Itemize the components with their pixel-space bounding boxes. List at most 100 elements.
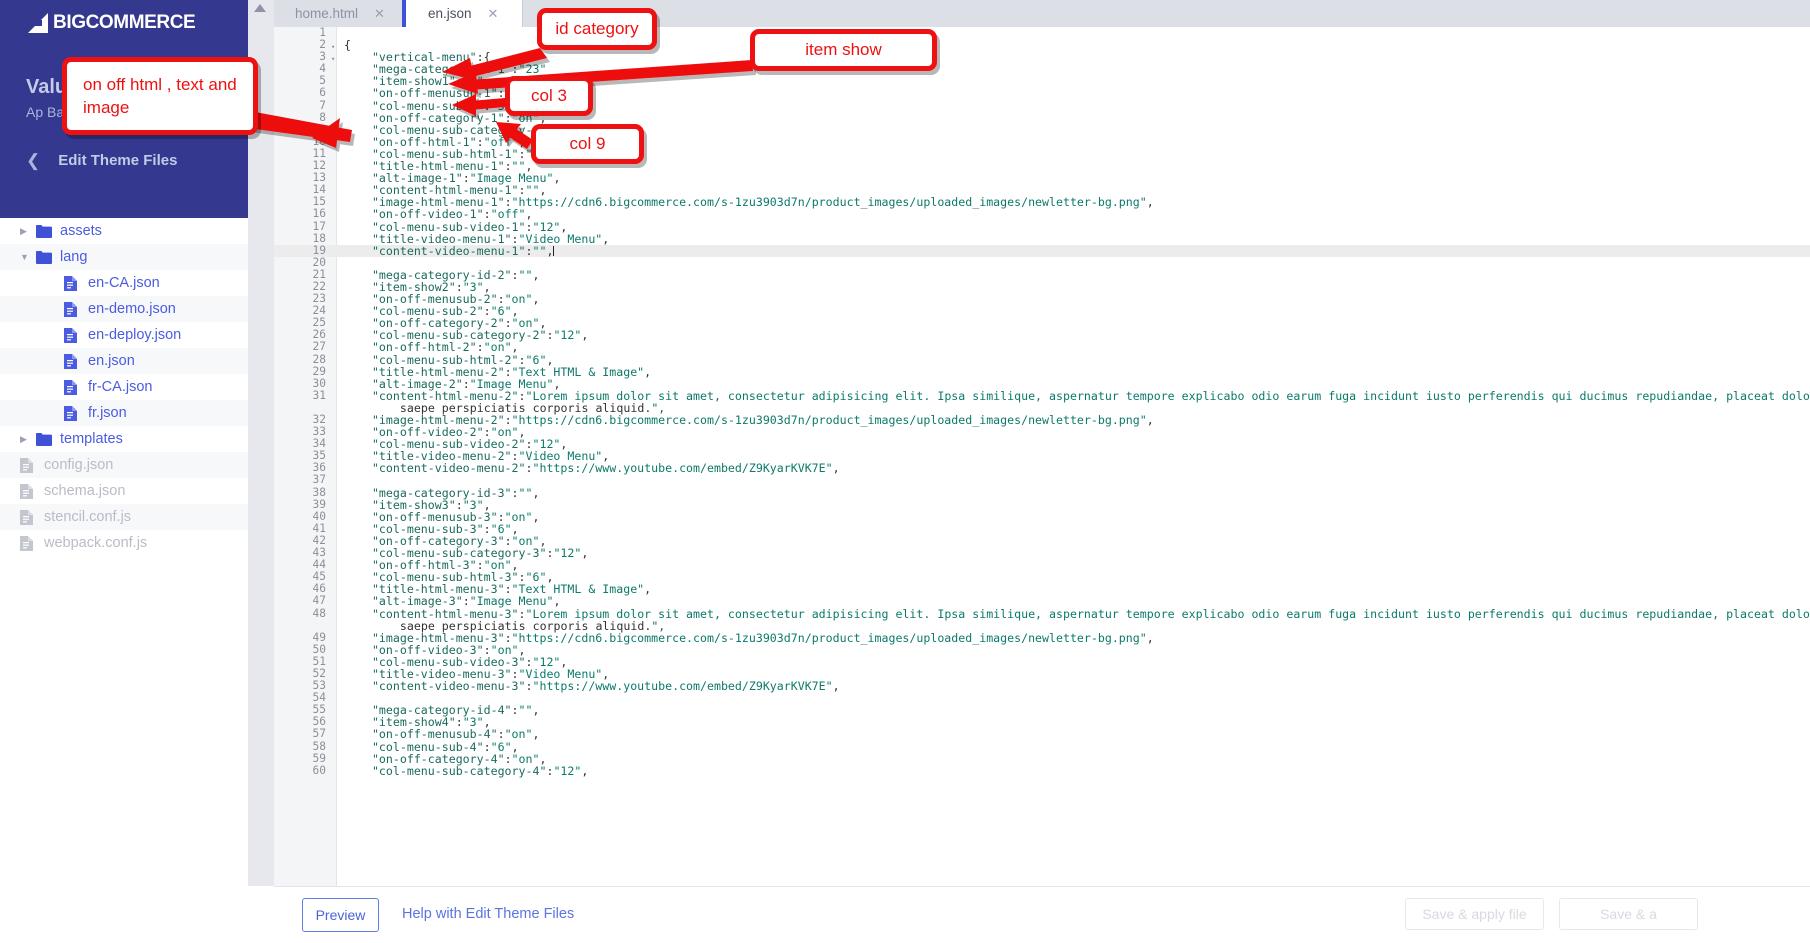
file-icon xyxy=(20,509,36,525)
line-number: 49 xyxy=(312,630,326,644)
close-icon[interactable]: ✕ xyxy=(374,7,385,20)
line-number: 30 xyxy=(312,376,326,390)
store-subtitle: Ap Ba xyxy=(26,104,65,120)
line-number: 58 xyxy=(312,739,326,753)
help-link[interactable]: Help with Edit Theme Files xyxy=(402,898,574,930)
editor-tabbar: home.html ✕ en.json ✕ xyxy=(274,0,1810,28)
brand-logo[interactable]: BIGCOMMERCE xyxy=(26,12,196,34)
line-number: 18 xyxy=(312,231,326,245)
tree-item-label: schema.json xyxy=(44,483,126,499)
sidebar-header: BIGCOMMERCE Value Ap Ba ❮ Edit Theme Fil… xyxy=(0,0,248,218)
code-text: "col-menu-sub-category-4":"12", xyxy=(371,763,589,778)
file-icon xyxy=(20,535,36,551)
tree-item-en-demo-json[interactable]: en-demo.json xyxy=(0,296,248,322)
tree-item-fr-json[interactable]: fr.json xyxy=(0,400,248,426)
code-lines[interactable]: 1 2 ▾{3 ▾ "vertical-menu":{4 "mega-category… xyxy=(274,27,1810,886)
file-icon xyxy=(64,353,80,369)
code-line[interactable]: 55 "mega-category-id-4":"", xyxy=(274,704,1810,717)
line-number: 5 xyxy=(319,74,326,88)
tree-item-en-deploy-json[interactable]: en-deploy.json xyxy=(0,322,248,348)
tree-item-assets[interactable]: ▶ assets xyxy=(0,218,248,244)
tree-item-label: stencil.conf.js xyxy=(44,509,132,525)
preview-button[interactable]: Preview xyxy=(302,898,379,932)
file-icon xyxy=(64,379,80,395)
tree-item-en-json[interactable]: en.json xyxy=(0,348,248,374)
code-line[interactable]: 21 "mega-category-id-2":"", xyxy=(274,268,1810,281)
code-text: "content-video-menu-1":"", xyxy=(371,243,555,258)
file-icon xyxy=(64,405,80,421)
chevron-left-icon: ❮ xyxy=(26,151,41,170)
tree-item-label: assets xyxy=(60,223,102,239)
scroll-up-arrow-icon[interactable] xyxy=(254,4,266,12)
tree-item-config-json[interactable]: config.json xyxy=(0,452,248,478)
store-name: Value xyxy=(26,76,79,98)
line-number: 1 xyxy=(319,27,326,39)
code-line[interactable]: 53 "content-video-menu-3":"https://www.y… xyxy=(274,679,1810,694)
code-line[interactable]: 1 xyxy=(274,27,1810,39)
code-line[interactable]: 4 "mega-category-id-1":"23" xyxy=(274,62,1810,76)
chevron-right-icon[interactable]: ▶ xyxy=(20,434,30,444)
tree-item-label: lang xyxy=(60,249,88,265)
line-number: 7 xyxy=(319,98,326,112)
line-number: 48 xyxy=(312,606,326,620)
line-number: 29 xyxy=(312,364,326,378)
file-icon xyxy=(64,275,80,291)
code-line[interactable]: 2 ▾{ xyxy=(274,38,1810,52)
chevron-right-icon[interactable]: ▶ xyxy=(20,226,30,236)
tree-item-fr-ca-json[interactable]: fr-CA.json xyxy=(0,374,248,400)
page-scrollbar[interactable] xyxy=(248,0,275,886)
tree-item-label: en-demo.json xyxy=(88,301,176,317)
left-sidebar: BIGCOMMERCE Value Ap Ba ❮ Edit Theme Fil… xyxy=(0,0,248,942)
tree-item-templates[interactable]: ▶ templates xyxy=(0,426,248,452)
tree-item-label: en-deploy.json xyxy=(88,327,182,343)
tree-item-label: en-CA.json xyxy=(88,275,160,291)
folder-icon xyxy=(36,432,52,447)
line-number: 8 xyxy=(319,110,326,124)
tree-item-webpack-conf-js[interactable]: webpack.conf.js xyxy=(0,530,248,556)
file-icon xyxy=(20,483,36,499)
line-number: 2 xyxy=(319,38,326,52)
code-line[interactable]: 19 "content-video-menu-1":"", xyxy=(274,243,1810,258)
line-number: 39 xyxy=(312,497,326,511)
save-and-button[interactable]: Save & a xyxy=(1559,898,1698,930)
line-number: 16 xyxy=(312,207,326,221)
code-line[interactable]: 36 "content-video-menu-2":"https://www.y… xyxy=(274,461,1810,476)
line-number: 60 xyxy=(312,763,326,777)
file-icon xyxy=(64,327,80,343)
tree-item-label: fr-CA.json xyxy=(88,379,153,395)
line-number: 3 xyxy=(319,50,326,64)
folder-icon xyxy=(36,250,52,265)
editor-region: home.html ✕ en.json ✕ 1 2 ▾{3 ▾ "vertical-m… xyxy=(248,0,1810,943)
line-number: 38 xyxy=(312,485,326,499)
brand-name: BIGCOMMERCE xyxy=(53,12,196,33)
bigcommerce-logo-icon xyxy=(26,12,52,34)
tree-item-en-ca-json[interactable]: en-CA.json xyxy=(0,270,248,296)
tab-home-html[interactable]: home.html ✕ xyxy=(274,0,402,27)
code-editor[interactable]: 1 2 ▾{3 ▾ "vertical-menu":{4 "mega-category… xyxy=(274,27,1810,886)
folder-icon xyxy=(36,224,52,239)
tab-en-json[interactable]: en.json ✕ xyxy=(402,0,523,27)
tree-item-label: config.json xyxy=(44,457,114,473)
code-text: "content-video-menu-3":"https://www.yout… xyxy=(371,679,840,694)
close-icon[interactable]: ✕ xyxy=(488,7,499,20)
line-number: 4 xyxy=(319,62,326,76)
line-number: 57 xyxy=(312,727,326,741)
tree-item-stencil-conf-js[interactable]: stencil.conf.js xyxy=(0,504,248,530)
code-line[interactable]: 60 "col-menu-sub-category-4":"12", xyxy=(274,763,1810,778)
edit-theme-files-back[interactable]: ❮ Edit Theme Files xyxy=(26,152,177,169)
save-and-apply-file-button[interactable]: Save & apply file xyxy=(1405,898,1544,930)
line-number: 47 xyxy=(312,594,326,608)
tree-item-lang[interactable]: ▼ lang xyxy=(0,244,248,270)
line-number: 37 xyxy=(312,473,326,487)
tab-label: home.html xyxy=(295,6,359,21)
file-icon xyxy=(20,457,36,473)
file-tree: ▶ assets ▼ lang en-CA.json en-demo.json en-dep… xyxy=(0,218,248,556)
code-text: "content-video-menu-2":"https://www.yout… xyxy=(371,461,840,476)
file-icon xyxy=(64,301,80,317)
tree-item-label: webpack.conf.js xyxy=(44,535,148,551)
code-line[interactable]: 38 "mega-category-id-3":"", xyxy=(274,485,1810,499)
line-number: 31 xyxy=(312,388,326,402)
tree-item-schema-json[interactable]: schema.json xyxy=(0,478,248,504)
chevron-down-icon[interactable]: ▼ xyxy=(20,252,30,262)
line-number: 28 xyxy=(312,352,326,366)
